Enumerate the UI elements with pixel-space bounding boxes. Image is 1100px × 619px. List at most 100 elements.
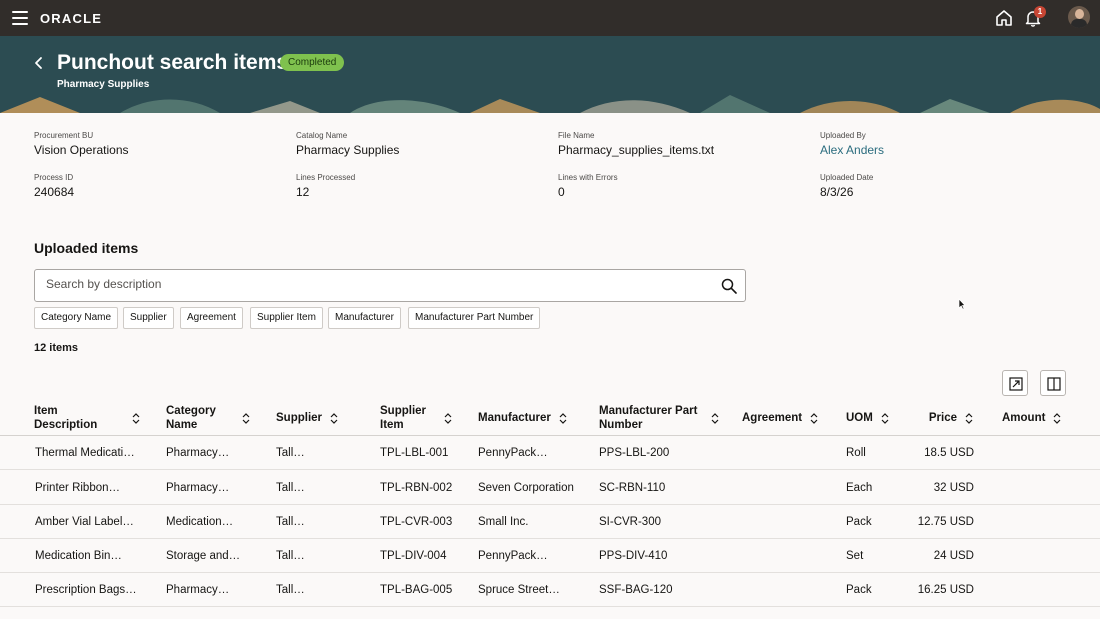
back-icon[interactable] [32,54,46,72]
columns-button[interactable] [1040,370,1066,396]
cell-category-name: Storage and… [166,550,241,562]
field-value: Vision Operations [34,143,129,157]
column-header-item-description[interactable]: Item Description [34,403,142,433]
cell-supplier: Tall… [276,516,305,528]
sort-icon [330,412,338,424]
cell-manufacturer-part-number: SC-RBN-110 [599,482,666,494]
column-header-label: Category Name [166,405,216,431]
filter-chip-manufacturer[interactable]: Manufacturer [328,307,401,329]
search-icon[interactable] [721,278,737,294]
cell-supplier: Tall… [276,584,305,596]
filter-chip-category-name[interactable]: Category Name [34,307,119,329]
cell-supplier-item: TPL-RBN-002 [380,482,453,494]
table-row[interactable]: Medication Bin… Storage and… Tall… TPL-D… [0,539,1100,573]
cell-price: 16.25 USD [917,584,974,596]
field-lines-processed: Lines Processed 12 [296,173,355,199]
column-header-label: Manufacturer [478,412,551,424]
page-title: Punchout search items [57,51,289,74]
field-procurement-bu: Procurement BU Vision Operations [34,131,129,157]
filter-chip-supplier-item[interactable]: Supplier Item [250,307,323,329]
field-uploaded-by: Uploaded By Alex Anders [820,131,884,157]
cell-category-name: Pharmacy… [166,482,230,494]
filter-chip-agreement[interactable]: Agreement [180,307,243,329]
sort-icon [881,412,889,424]
field-lines-with-errors: Lines with Errors 0 [558,173,618,199]
cell-supplier: Tall… [276,482,305,494]
field-uploaded-date: Uploaded Date 8/3/26 [820,173,873,199]
mouse-cursor-icon [958,298,966,310]
cell-agreement [742,471,832,505]
field-label: Uploaded Date [820,173,874,182]
cell-manufacturer: Small Inc. [478,516,529,528]
column-header-label: Amount [1002,412,1046,424]
column-header-label: Supplier Item [380,405,427,431]
cell-price: 12.75 USD [917,516,974,528]
column-header-amount[interactable]: Amount [1002,403,1072,433]
search-field[interactable] [34,269,746,302]
column-header-manufacturer[interactable]: Manufacturer [478,403,578,433]
sort-icon [242,412,250,424]
table-row[interactable]: Prescription Bags… Pharmacy… Tall… TPL-B… [0,573,1100,607]
cell-supplier-item: TPL-DIV-004 [380,550,447,562]
sort-icon [132,412,140,424]
table-row[interactable]: Amber Vial Label… Medication… Tall… TPL-… [0,505,1100,539]
column-header-agreement[interactable]: Agreement [742,403,827,433]
oracle-logo[interactable]: ORACLE [40,11,102,26]
cell-manufacturer: PennyPack… [478,447,548,459]
sort-icon [711,412,719,424]
cell-item-description: Medication Bin… [35,550,122,562]
cell-agreement [742,539,832,573]
top-bar: ORACLE 1 [0,0,1100,36]
filter-chip-manufacturer-part-number[interactable]: Manufacturer Part Number [408,307,541,329]
cell-uom: Pack [846,584,872,596]
column-header-category-name[interactable]: Category Name [166,403,251,433]
cell-category-name: Pharmacy… [166,447,230,459]
filter-chip-supplier[interactable]: Supplier [123,307,174,329]
column-header-supplier-item[interactable]: Supplier Item [380,403,460,433]
column-header-supplier[interactable]: Supplier [276,403,346,433]
home-icon[interactable] [995,9,1013,27]
cell-supplier-item: TPL-BAG-005 [380,584,453,596]
export-icon [1009,377,1023,391]
table-row[interactable]: Printer Ribbon… Pharmacy… Tall… TPL-RBN-… [0,471,1100,505]
cell-uom: Set [846,550,864,562]
cell-category-name: Medication… [166,516,234,528]
cell-manufacturer: PennyPack… [478,550,548,562]
cell-manufacturer-part-number: SI-CVR-300 [599,516,661,528]
cell-manufacturer-part-number: SSF-BAG-120 [599,584,673,596]
column-header-label: UOM [846,412,873,424]
field-label: Lines with Errors [558,173,618,182]
cell-amount [1002,573,1072,607]
column-header-manufacturer-part-number[interactable]: Manufacturer Part Number [599,403,724,433]
sort-icon [559,412,567,424]
column-header-label: Manufacturer Part Number [599,405,698,431]
field-value: 240684 [34,185,75,199]
export-button[interactable] [1002,370,1028,396]
uploaded-by-link[interactable]: Alex Anders [820,143,884,157]
column-header-uom[interactable]: UOM [846,403,896,433]
cell-amount [1002,436,1072,470]
sort-icon [1054,412,1061,424]
cell-uom: Each [846,482,873,494]
cell-supplier-item: TPL-CVR-003 [380,516,453,528]
field-label: Lines Processed [296,173,356,182]
cell-agreement [742,505,832,539]
field-catalog-name: Catalog Name Pharmacy Supplies [296,131,399,157]
column-header-price[interactable]: Price [900,403,973,433]
avatar[interactable] [1068,6,1090,28]
cell-amount [1002,539,1072,573]
search-input[interactable] [46,277,686,291]
sort-icon [810,412,818,424]
column-header-label: Supplier [276,412,323,424]
field-label: File Name [558,131,595,140]
table-row[interactable]: Thermal Medicati… Pharmacy… Tall… TPL-LB… [0,436,1100,470]
cell-price: 24 USD [933,550,974,562]
field-label: Catalog Name [296,131,348,140]
cell-item-description: Thermal Medicati… [35,447,135,459]
cell-agreement [742,573,832,607]
field-value: 12 [296,185,310,199]
notification-badge: 1 [1034,6,1046,18]
section-title: Uploaded items [34,240,139,256]
menu-icon[interactable] [12,11,28,25]
field-value: Pharmacy_supplies_items.txt [558,143,715,157]
